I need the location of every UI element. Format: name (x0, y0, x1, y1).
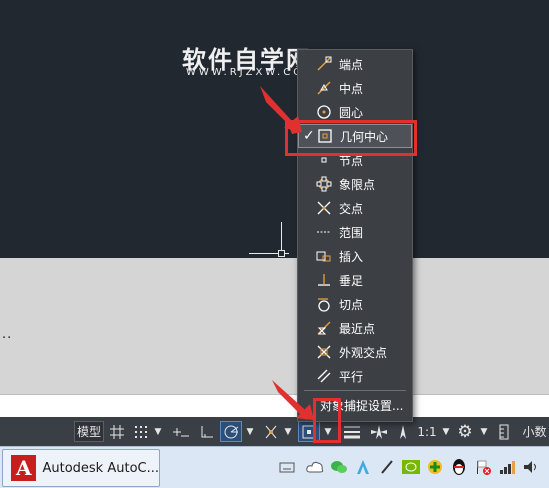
red-arrow-icon (260, 86, 302, 134)
annotation-scale-dropdown[interactable]: ▼ (440, 421, 452, 442)
quadrant-icon (316, 176, 332, 192)
parallel-icon (317, 369, 331, 383)
perpendicular-icon (318, 274, 330, 286)
snap-mode-dropdown[interactable]: ▼ (152, 421, 164, 442)
snap-dots-icon (135, 425, 147, 438)
model-space-button[interactable]: 模型 (74, 421, 104, 442)
isometric-dropdown[interactable]: ▼ (282, 421, 294, 442)
midpoint-icon (317, 81, 331, 95)
tangent-icon (318, 298, 330, 312)
annotation-visibility-icon (371, 424, 387, 439)
command-history (0, 258, 549, 394)
dynamic-input-icon (173, 427, 189, 436)
units-button[interactable] (496, 421, 512, 442)
keyboard-icon[interactable] (278, 458, 296, 476)
snap-mode-button[interactable] (130, 421, 152, 442)
network-signal-icon[interactable] (498, 458, 516, 476)
workspace-dropdown[interactable]: ▼ (478, 421, 490, 442)
units-ruler-icon (499, 424, 509, 439)
units-label[interactable]: 小数 (520, 421, 549, 442)
nvidia-icon[interactable] (402, 458, 420, 476)
snap-item-insertion[interactable]: 插入 (298, 244, 412, 268)
polar-tracking-button[interactable] (220, 421, 242, 442)
security-plus-icon[interactable] (426, 458, 444, 476)
intersection-icon (317, 201, 331, 215)
font-a-icon[interactable] (354, 458, 372, 476)
snap-item-tangent[interactable]: 切点 (298, 292, 412, 316)
center-icon (317, 105, 331, 119)
menu-separator (304, 390, 406, 391)
isometric-icon (265, 425, 277, 438)
snap-item-quadrant[interactable]: 象限点 (298, 172, 412, 196)
snap-item-perpendicular[interactable]: 垂足 (298, 268, 412, 292)
autocad-logo-icon: A (11, 455, 37, 481)
lineweight-icon (344, 426, 360, 438)
snap-item-intersection[interactable]: 交点 (298, 196, 412, 220)
insertion-icon (316, 251, 331, 262)
snap-item-apparent-intersection[interactable]: 外观交点 (298, 340, 412, 364)
annotation-visibility-button[interactable] (368, 421, 390, 442)
snap-item-midpoint[interactable]: 中点 (298, 76, 412, 100)
lineweight-button[interactable] (342, 421, 362, 442)
cloud-icon[interactable] (306, 458, 324, 476)
auto-scale-icon (400, 424, 406, 439)
highlight-box-geometric-center (285, 120, 417, 156)
snap-item-endpoint[interactable]: 端点 (298, 52, 412, 76)
gear-icon: ⚙ (457, 421, 473, 442)
endpoint-icon (317, 56, 332, 71)
polar-tracking-icon (224, 425, 239, 438)
nearest-icon (317, 321, 331, 335)
volume-icon[interactable] (522, 458, 540, 476)
command-history-text: .. (2, 327, 13, 342)
taskbar-app-label: Autodesk AutoC... (42, 460, 159, 476)
workspace-button[interactable]: ⚙ (454, 421, 476, 442)
ortho-button[interactable] (196, 421, 218, 442)
extension-icon (317, 231, 331, 233)
pen-tablet-icon[interactable] (378, 458, 396, 476)
snap-item-nearest[interactable]: 最近点 (298, 316, 412, 340)
highlight-box-object-snap (313, 398, 341, 443)
qq-penguin-icon[interactable] (450, 458, 468, 476)
auto-scale-button[interactable] (392, 421, 414, 442)
polar-tracking-dropdown[interactable]: ▼ (244, 421, 256, 442)
ortho-icon (201, 425, 213, 437)
grid-icon (110, 424, 124, 439)
snap-item-extension[interactable]: 范围 (298, 220, 412, 244)
red-arrow-icon-2 (272, 380, 314, 420)
annotation-scale-button[interactable]: 1:1 (414, 421, 440, 442)
object-snap-menu: 端点 中点 圆心 ✓ 几何中心 节点 象限点 交点 范围 插入 垂足 切点 最近… (297, 49, 413, 422)
grid-button[interactable] (106, 421, 128, 442)
dynamic-input-button[interactable] (170, 421, 192, 442)
isometric-button[interactable] (260, 421, 282, 442)
apparent-intersection-icon (317, 345, 331, 359)
wechat-icon[interactable] (330, 458, 348, 476)
taskbar-app-button[interactable]: A Autodesk AutoC... (2, 449, 160, 487)
flag-error-icon[interactable] (474, 458, 492, 476)
crosshair-pickbox (278, 250, 285, 257)
